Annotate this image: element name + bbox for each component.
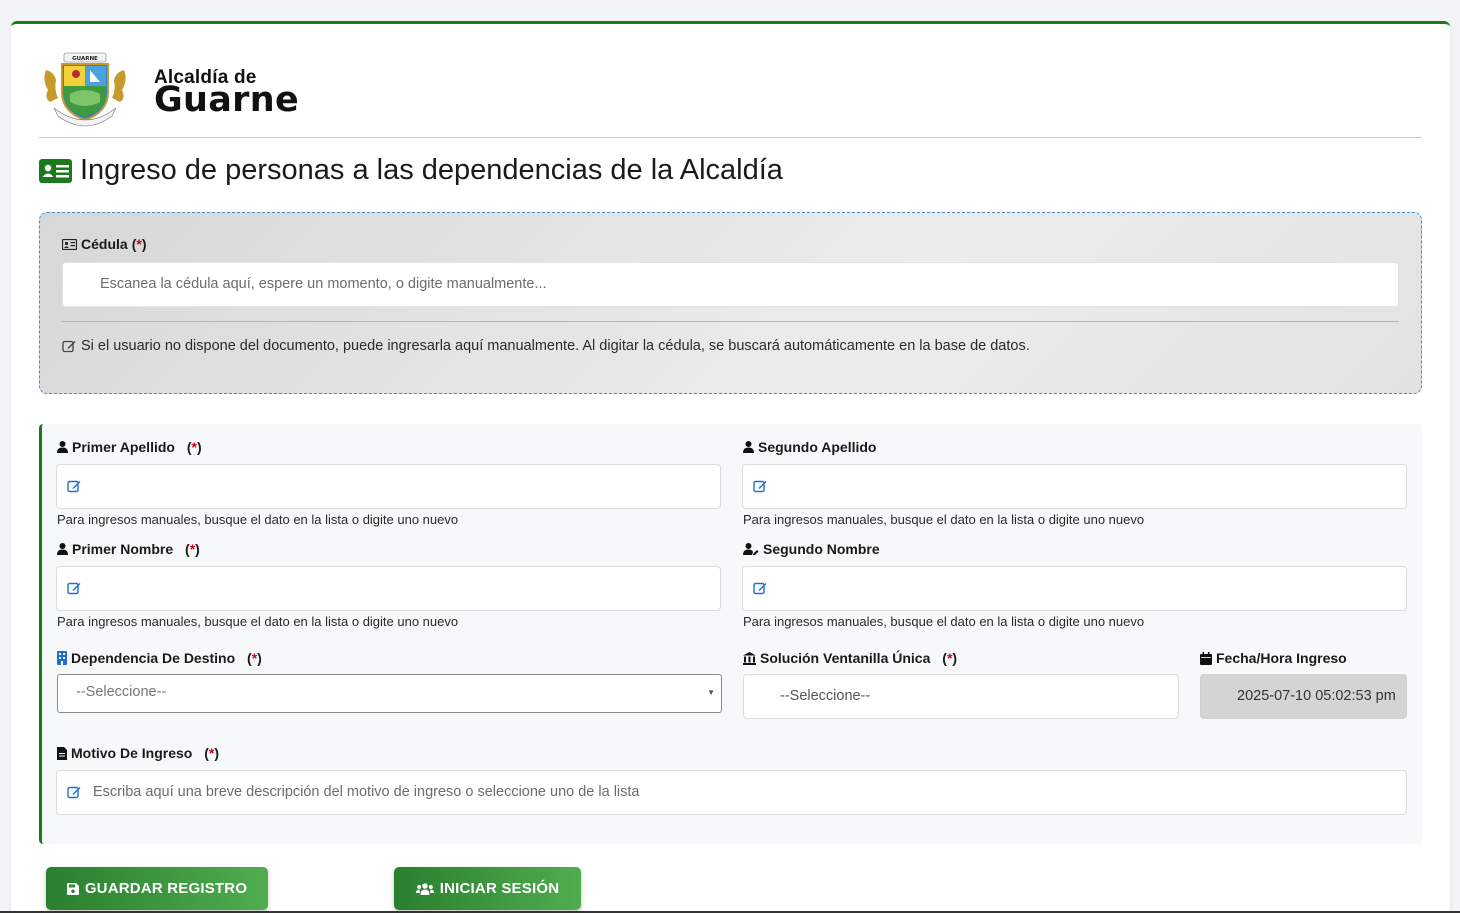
edit-icon — [67, 480, 81, 493]
primer-apellido-input[interactable] — [56, 464, 721, 509]
ventanilla-label: Solución Ventanilla Única (*) — [743, 650, 957, 666]
alcaldia-logo: GUARNE Alcaldía de Guarne — [40, 50, 299, 128]
id-card-icon — [39, 158, 72, 183]
bank-icon — [743, 651, 756, 665]
svg-text:GUARNE: GUARNE — [72, 56, 98, 62]
fecha-label: Fecha/Hora Ingreso — [1200, 650, 1347, 666]
edit-icon — [67, 582, 81, 595]
ventanilla-select[interactable]: --Seleccione-- — [743, 674, 1179, 719]
primer-apellido-help: Para ingresos manuales, busque el dato e… — [57, 512, 459, 527]
user-icon — [57, 543, 68, 555]
primer-apellido-label: Primer Apellido (*) — [57, 439, 202, 455]
user-icon — [57, 441, 68, 453]
users-icon — [415, 882, 434, 895]
logo-line2: Guarne — [154, 80, 299, 120]
segundo-apellido-help: Para ingresos manuales, busque el dato e… — [743, 512, 1145, 527]
edit-icon — [67, 786, 81, 799]
login-button[interactable]: INICIAR SESIÓN — [394, 867, 581, 910]
motivo-input[interactable]: Escriba aquí una breve descripción del m… — [56, 770, 1407, 815]
main-card: GUARNE Alcaldía de Guarne Ingreso de per… — [11, 21, 1450, 913]
save-icon — [66, 882, 79, 895]
person-form: Primer Apellido (*) Para ingresos manual… — [39, 424, 1422, 844]
segundo-apellido-label: Segundo Apellido — [743, 439, 876, 455]
cedula-label-text: Cédula — [81, 236, 128, 252]
id-card-icon — [62, 238, 77, 250]
header-divider — [39, 137, 1422, 138]
save-button-label: GUARDAR REGISTRO — [84, 880, 248, 897]
save-button[interactable]: GUARDAR REGISTRO — [46, 867, 268, 910]
page-title: Ingreso de personas a las dependencias d… — [39, 154, 783, 187]
motivo-placeholder: Escriba aquí una breve descripción del m… — [93, 784, 640, 800]
primer-nombre-help: Para ingresos manuales, busque el dato e… — [57, 614, 459, 629]
page-title-text: Ingreso de personas a las dependencias d… — [80, 154, 783, 186]
primer-nombre-label: Primer Nombre (*) — [57, 541, 200, 557]
edit-icon — [753, 582, 767, 595]
dependencia-select[interactable]: --Seleccione-- ▼ — [57, 674, 722, 713]
segundo-apellido-input[interactable] — [742, 464, 1407, 509]
required-mark: (*) — [131, 236, 147, 252]
cedula-scan-panel: Cédula (*) Escanea la cédula aquí, espere… — [39, 212, 1422, 394]
user-icon — [743, 441, 754, 453]
fecha-input: 2025-07-10 05:02:53 pm — [1200, 674, 1407, 719]
segundo-nombre-label: Segundo Nombre — [743, 541, 880, 557]
user-pen-icon — [743, 543, 759, 555]
dependencia-select-value: --Seleccione-- — [76, 684, 167, 700]
file-icon — [57, 746, 67, 760]
edit-icon — [62, 340, 76, 353]
edit-icon — [753, 480, 767, 493]
login-button-label: INICIAR SESIÓN — [439, 880, 560, 897]
calendar-icon — [1200, 651, 1212, 665]
motivo-label: Motivo De Ingreso (*) — [57, 745, 219, 761]
scan-divider — [62, 321, 1399, 322]
cedula-label: Cédula (*) — [62, 236, 146, 252]
scan-note-text: Si el usuario no dispone del documento, … — [81, 338, 1030, 354]
cedula-input[interactable]: Escanea la cédula aquí, espere un moment… — [62, 262, 1399, 307]
scan-note: Si el usuario no dispone del documento, … — [62, 338, 1030, 354]
guarne-seal-icon: GUARNE — [44, 52, 126, 127]
primer-nombre-input[interactable] — [56, 566, 721, 611]
segundo-nombre-input[interactable] — [742, 566, 1407, 611]
dependencia-label: Dependencia De Destino (*) — [57, 650, 262, 666]
segundo-nombre-help: Para ingresos manuales, busque el dato e… — [743, 614, 1145, 629]
chevron-down-icon: ▼ — [707, 688, 715, 697]
building-icon — [57, 651, 67, 665]
